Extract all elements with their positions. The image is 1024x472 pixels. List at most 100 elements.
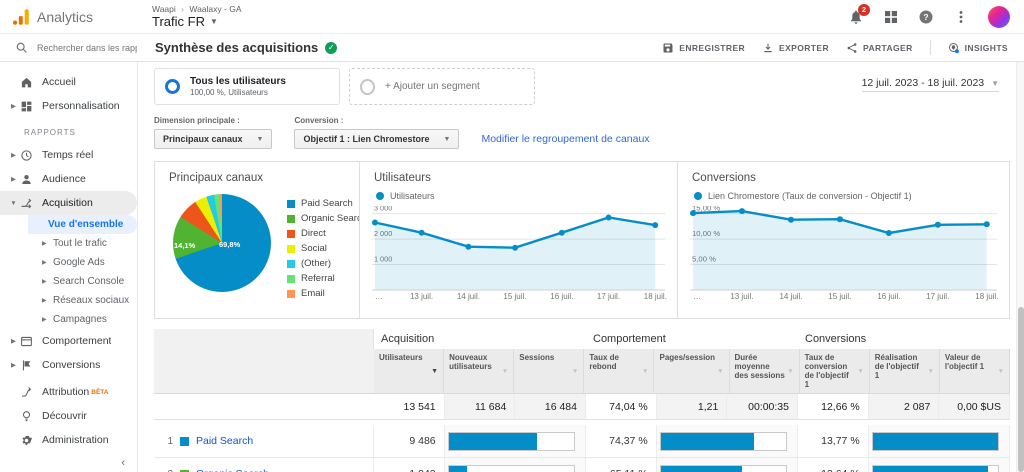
help-icon[interactable]: ? (918, 9, 934, 25)
legend-label: Referral (301, 273, 335, 284)
column-header-8[interactable]: Valeur de l'objectif 1 ▼ (939, 349, 1010, 394)
actions-divider (929, 40, 931, 55)
column-header-0[interactable]: Utilisateurs ▼ (374, 349, 445, 394)
conversion-select[interactable]: Objectif 1 : Lien Chromestore ▼ (294, 129, 460, 149)
share-icon (846, 42, 858, 54)
scrollbar-thumb[interactable] (1018, 307, 1024, 472)
report-search (0, 41, 138, 54)
sidebar-item-attribution[interactable]: Attribution BÊTA (0, 380, 137, 404)
apps-grid-icon[interactable] (883, 9, 899, 25)
legend-item[interactable]: (Other) (287, 256, 367, 271)
expander-icon: ▶ (11, 362, 16, 369)
totals-cell: 12,66 % (798, 394, 869, 419)
sidebar-item-tout-le-trafic[interactable]: ▶ Tout le trafic (0, 234, 137, 253)
search-input[interactable] (37, 42, 137, 53)
segment-title: Tous les utilisateurs (190, 76, 286, 87)
sidebar-item-label: Conversions (42, 359, 101, 371)
download-icon (762, 42, 774, 54)
column-header-2[interactable]: Sessions ▼ (514, 349, 585, 394)
verified-check-icon: ✓ (325, 41, 338, 54)
totals-cell: 2 087 (868, 394, 940, 419)
sidebar-item-search-console[interactable]: ▶ Search Console (0, 272, 137, 291)
x-tick-label: 18 juil. (975, 292, 999, 301)
legend-item[interactable]: Organic Search (287, 211, 367, 226)
legend-item[interactable]: Social (287, 241, 367, 256)
channel-color-swatch (180, 436, 189, 446)
date-range-selector[interactable]: 12 juil. 2023 - 18 juil. 2023 ▼ (861, 77, 999, 92)
x-tick-label: 13 juil. (730, 292, 754, 301)
column-header-5[interactable]: Durée moyenne des sessions ▼ (729, 349, 800, 394)
sidebar-item-google-ads[interactable]: ▶ Google Ads (0, 253, 137, 272)
share-label: PARTAGER (863, 42, 913, 53)
sidebar-item-personnalisation[interactable]: ▶ Personnalisation (0, 94, 137, 118)
avatar[interactable] (988, 5, 1010, 28)
sidebar-item-label: Tout le trafic (53, 238, 107, 249)
column-header-7[interactable]: Réalisation de l'objectif 1 ▼ (869, 349, 940, 394)
chevron-down-icon: ▼ (256, 135, 264, 143)
view-name: Trafic FR (152, 14, 205, 29)
sidebar: Accueil ▶ Personnalisation RAPPORTS ▶ Temps r… (0, 62, 138, 472)
column-header-label: Réalisation de l'objectif 1 (874, 353, 919, 380)
kebab-menu-icon[interactable] (953, 9, 969, 25)
insights-button[interactable]: INSIGHTS (948, 42, 1008, 54)
sidebar-item-reseaux-sociaux[interactable]: ▶ Réseaux sociaux (0, 291, 137, 310)
channel-link[interactable]: Paid Search (196, 435, 253, 447)
notifications-button[interactable]: 2 (848, 3, 870, 25)
users-bar-cell (444, 458, 586, 472)
column-header-6[interactable]: Taux de conversion de l'objectif 1 ▼ (799, 349, 870, 394)
sidebar-item-audience[interactable]: ▶ Audience (0, 167, 137, 191)
legend-swatch (287, 259, 295, 268)
sidebar-item-label: Campagnes (53, 314, 107, 325)
column-header-label: Valeur de l'objectif 1 (944, 353, 985, 371)
column-header-label: Taux de rebond (589, 353, 619, 371)
legend-item[interactable]: Direct (287, 226, 367, 241)
add-segment-button[interactable]: + Ajouter un segment (349, 68, 535, 105)
segments-row: Tous les utilisateurs 100,00 %, Utilisat… (154, 68, 1011, 105)
users-legend-dot (376, 192, 384, 200)
legend-label: Paid Search (301, 198, 353, 209)
legend-item[interactable]: Email (287, 286, 367, 301)
breadcrumb-account[interactable]: Waapi (152, 4, 176, 14)
legend-item[interactable]: Paid Search (287, 196, 367, 211)
sidebar-item-campagnes[interactable]: ▶ Campagnes (0, 310, 137, 329)
legend-item[interactable]: Referral (287, 271, 367, 286)
view-selector[interactable]: Trafic FR ▼ (152, 14, 242, 29)
column-header-3[interactable]: Taux de rebond ▼ (584, 349, 655, 394)
column-header-4[interactable]: Pages/session ▼ (654, 349, 730, 394)
edit-channel-grouping-link[interactable]: Modifier le regroupement de canaux (481, 133, 649, 149)
share-button[interactable]: PARTAGER (846, 42, 913, 54)
expander-icon: ▶ (11, 176, 16, 183)
save-button[interactable]: ENREGISTRER (662, 42, 745, 54)
page-title-wrap: Synthèse des acquisitions ✓ (138, 40, 338, 55)
bounce-bar-cell (656, 458, 798, 472)
totals-cell: 11 684 (444, 394, 516, 419)
sidebar-item-decouvrir[interactable]: Découvrir (0, 404, 137, 428)
bulb-icon (20, 410, 33, 423)
segment-all-users[interactable]: Tous les utilisateurs 100,00 %, Utilisat… (154, 68, 340, 105)
sidebar-item-vue-densemble[interactable]: Vue d'ensemble (28, 215, 137, 234)
sidebar-item-label: Administration (42, 434, 109, 446)
sidebar-item-accueil[interactable]: Accueil (0, 70, 137, 94)
channel-link[interactable]: Organic Search (196, 468, 269, 472)
sidebar-item-label: Accueil (42, 76, 76, 88)
sidebar-item-comportement[interactable]: ▶ Comportement (0, 329, 137, 353)
notification-badge: 2 (858, 3, 870, 16)
breadcrumb-property[interactable]: Waalaxy - GA (189, 4, 241, 14)
sidebar-item-conversions[interactable]: ▶ Conversions (0, 353, 137, 377)
sidebar-collapse-button[interactable]: ‹ (121, 457, 125, 469)
dimension-select[interactable]: Principaux canaux ▼ (154, 129, 273, 149)
sidebar-item-acquisition[interactable]: ▼ Acquisition (0, 191, 137, 215)
row-label-cell: 2 Organic Search (154, 458, 374, 472)
users-line-chart[interactable]: 1 000 2 000 3 000… 13 juil. 14 juil. 15 juil.… (372, 206, 667, 304)
column-header-1[interactable]: Nouveaux utilisateurs ▼ (444, 349, 515, 394)
sort-icon: ▼ (927, 367, 934, 375)
page-scrollbar[interactable] (1016, 62, 1024, 472)
sidebar-item-temps-reel[interactable]: ▶ Temps réel (0, 143, 137, 167)
conversions-line-chart[interactable]: 5,00 % 10,00 % 15,00 %… 13 juil. 14 juil. 15 … (690, 206, 999, 304)
sidebar-item-administration[interactable]: Administration (0, 428, 137, 452)
x-tick-label: 15 juil. (503, 292, 527, 301)
analytics-logo[interactable]: Analytics (12, 8, 136, 26)
export-button[interactable]: EXPORTER (762, 42, 829, 54)
sidebar-item-label: Acquisition (42, 197, 93, 209)
insights-label: INSIGHTS (964, 42, 1008, 53)
